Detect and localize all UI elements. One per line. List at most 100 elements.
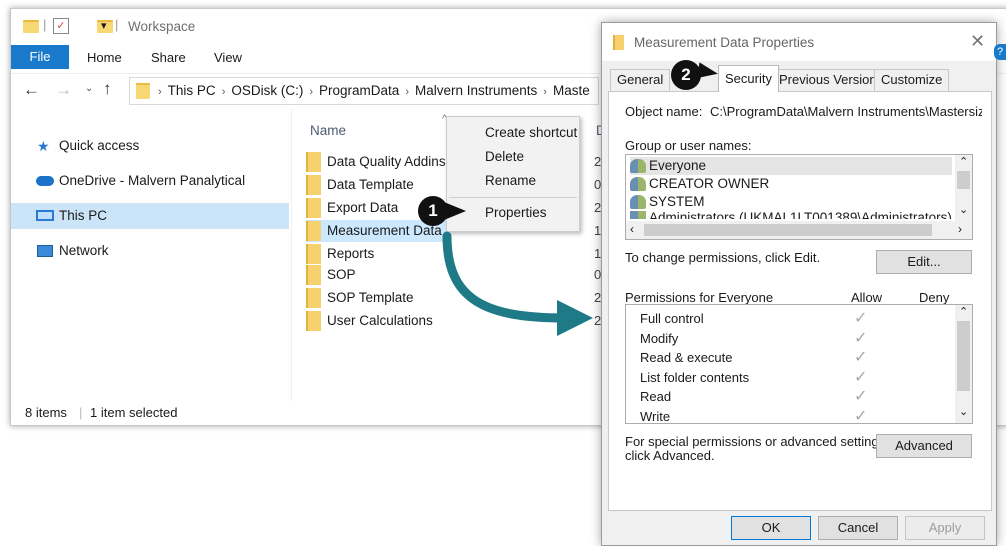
group-names-label: Group or user names: — [625, 138, 752, 153]
scroll-down-icon[interactable]: ⌄ — [959, 203, 968, 216]
object-name-value: C:\ProgramData\Malvern Instruments\Maste… — [710, 104, 982, 119]
scroll-thumb[interactable] — [957, 171, 970, 189]
properties-dialog: Measurement Data Properties ✕ General Se… — [601, 22, 997, 546]
curved-arrow-icon — [442, 231, 593, 336]
separator: | — [43, 17, 47, 32]
scroll-thumb[interactable] — [957, 321, 970, 391]
users-icon — [630, 159, 646, 174]
perm-read-execute: Read & execute — [640, 350, 733, 365]
scroll-down-icon[interactable]: ⌄ — [959, 405, 968, 418]
tab-share[interactable]: Share — [151, 47, 186, 69]
list-item[interactable]: Reports — [306, 243, 374, 265]
folder-icon — [306, 221, 321, 242]
chevron-right-icon: › — [405, 86, 409, 98]
folder-icon — [306, 198, 321, 219]
list-item[interactable]: SOP — [306, 264, 356, 286]
breadcrumb-mastersizer[interactable]: Maste — [553, 78, 590, 104]
permissions-label: Permissions for Everyone — [625, 290, 774, 305]
nav-quick-access[interactable]: ★ Quick access — [11, 133, 289, 159]
advanced-button[interactable]: Advanced — [876, 434, 972, 458]
chevron-right-icon: › — [158, 86, 162, 98]
scroll-up-icon[interactable]: ⌃ — [959, 305, 968, 318]
list-item[interactable]: User Calculations — [306, 310, 433, 332]
customize-qat-icon[interactable]: ▾ — [101, 19, 107, 32]
folder-icon — [306, 265, 321, 286]
change-permissions-text: To change permissions, click Edit. — [625, 250, 821, 265]
vertical-scrollbar[interactable]: ⌃ ⌄ — [955, 155, 972, 221]
cancel-button[interactable]: Cancel — [818, 516, 898, 540]
edit-button[interactable]: Edit... — [876, 250, 972, 274]
forward-arrow-icon[interactable]: → — [55, 80, 72, 100]
cloud-icon — [36, 176, 54, 186]
tab-customize[interactable]: Customize — [874, 69, 950, 91]
list-item-system[interactable]: SYSTEM — [630, 193, 705, 211]
user-list[interactable]: Everyone CREATOR OWNER SYSTEM Administra… — [625, 154, 973, 240]
users-icon — [630, 195, 646, 210]
vertical-scrollbar[interactable]: ⌃ ⌄ — [955, 305, 972, 423]
breadcrumb-programdata[interactable]: ProgramData — [319, 78, 399, 104]
allow-check-icon: ✓ — [854, 388, 868, 405]
back-arrow-icon[interactable]: ← — [23, 80, 40, 100]
recent-locations-icon[interactable]: ⌄ — [85, 83, 93, 94]
permissions-list[interactable]: Full control Modify Read & execute List … — [625, 304, 973, 424]
perm-list-folder: List folder contents — [640, 370, 750, 385]
tab-file[interactable]: File — [11, 45, 69, 69]
special-permissions-text-2: click Advanced. — [625, 448, 715, 463]
menu-item-delete[interactable]: Delete — [485, 149, 524, 164]
chevron-right-icon: › — [543, 86, 547, 98]
scroll-right-icon[interactable]: › — [958, 222, 962, 236]
list-item[interactable]: Data Template — [306, 174, 414, 196]
chevron-right-icon: › — [309, 86, 314, 98]
nav-this-pc[interactable]: This PC — [11, 203, 289, 229]
folder-icon — [306, 311, 321, 332]
dialog-title: Measurement Data Properties — [634, 35, 815, 50]
folder-icon — [306, 288, 321, 309]
allow-check-icon: ✓ — [854, 310, 868, 327]
status-item-count: 8 items — [25, 405, 67, 420]
scroll-left-icon[interactable]: ‹ — [630, 222, 634, 236]
tab-security[interactable]: Security — [718, 65, 779, 92]
scroll-up-icon[interactable]: ⌃ — [959, 155, 968, 168]
scroll-thumb[interactable] — [644, 224, 932, 236]
ok-button[interactable]: OK — [731, 516, 811, 540]
tab-home[interactable]: Home — [87, 47, 122, 69]
breadcrumb-this-pc[interactable]: This PC — [168, 78, 216, 104]
security-tab-panel: Object name: C:\ProgramData\Malvern Inst… — [608, 91, 992, 511]
allow-column-label: Allow — [851, 290, 883, 305]
menu-item-rename[interactable]: Rename — [485, 173, 536, 188]
apply-button[interactable]: Apply — [905, 516, 985, 540]
folder-icon — [306, 244, 321, 265]
horizontal-scrollbar[interactable]: ‹ › — [626, 221, 972, 239]
users-icon — [630, 211, 646, 219]
deny-column-label: Deny — [919, 290, 950, 305]
chevron-right-icon: › — [221, 86, 226, 98]
allow-check-icon: ✓ — [854, 408, 868, 424]
list-item-creator-owner[interactable]: CREATOR OWNER — [630, 175, 769, 193]
list-item[interactable]: SOP Template — [306, 287, 414, 309]
up-arrow-icon[interactable]: ↑ — [103, 79, 112, 99]
tab-view[interactable]: View — [214, 47, 242, 69]
tab-general[interactable]: General — [610, 69, 671, 91]
close-icon[interactable]: ✕ — [970, 31, 985, 52]
menu-item-properties[interactable]: Properties — [485, 205, 547, 220]
perm-read: Read — [640, 389, 672, 404]
column-header-name[interactable]: Name — [310, 123, 346, 138]
nav-network[interactable]: Network — [11, 238, 289, 264]
nav-onedrive[interactable]: OneDrive - Malvern Panalytical — [11, 168, 289, 194]
tab-previous-versions[interactable]: Previous Versions — [772, 69, 891, 91]
perm-full-control: Full control — [640, 311, 704, 326]
menu-item-create-shortcut[interactable]: Create shortcut — [485, 125, 577, 140]
separator: | — [115, 17, 119, 32]
checklist-icon[interactable]: ✓ — [53, 18, 69, 34]
separator: | — [79, 405, 83, 420]
nav-label: OneDrive - Malvern Panalytical — [59, 173, 246, 188]
list-item[interactable]: Data Quality Addins — [306, 151, 446, 173]
breadcrumb-osdisk[interactable]: OSDisk (C:) — [231, 78, 303, 104]
list-item-everyone[interactable]: Everyone — [630, 157, 952, 175]
address-box[interactable]: › This PC › OSDisk (C:) › ProgramData › Malvern… — [129, 77, 599, 105]
help-icon[interactable]: ? — [994, 44, 1006, 60]
list-item[interactable]: Export Data — [306, 197, 398, 219]
list-item-administrators[interactable]: Administrators (UKMAL1LT001389\Administr… — [630, 211, 952, 219]
breadcrumb-malvern[interactable]: Malvern Instruments — [415, 78, 537, 104]
context-menu: Create shortcut Delete Rename Properties — [446, 116, 580, 232]
